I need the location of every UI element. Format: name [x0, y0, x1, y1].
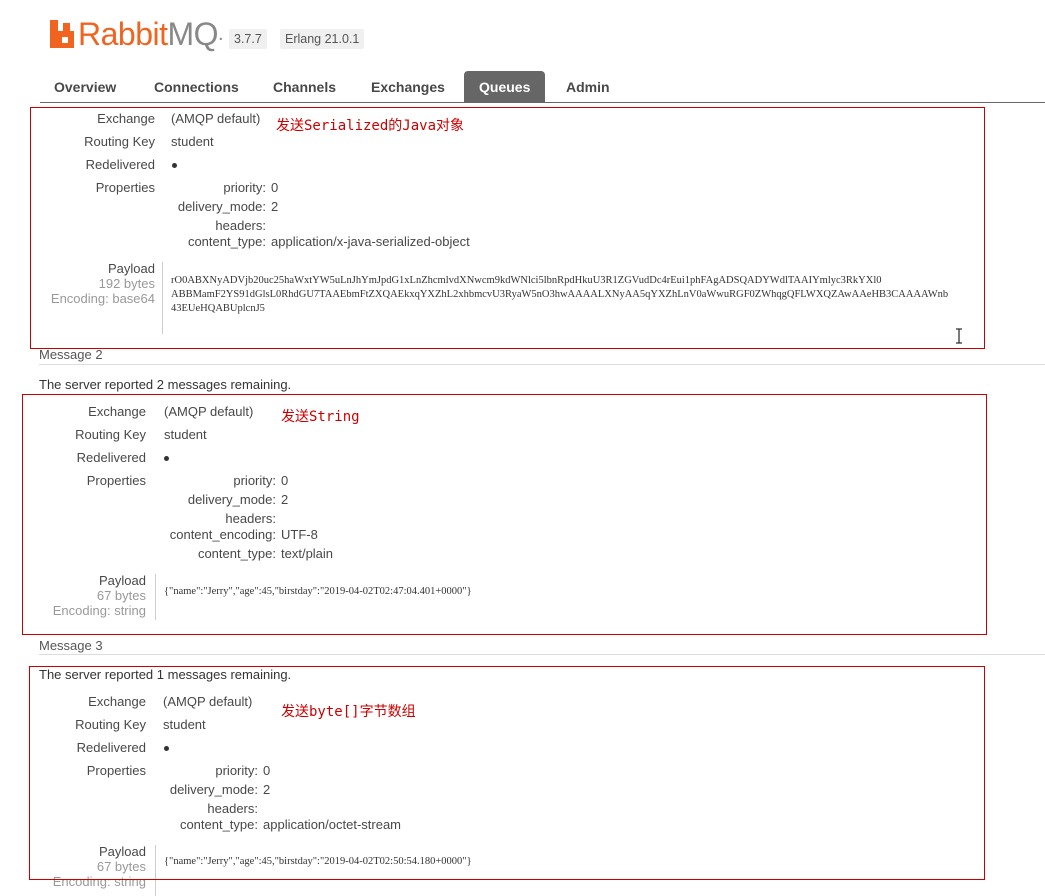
message-header: Message 2 [39, 347, 103, 362]
tab-exchanges[interactable]: Exchanges [371, 71, 445, 103]
message-header: Message 3 [39, 638, 103, 653]
tab-channels[interactable]: Channels [273, 71, 336, 103]
erlang-version-badge: Erlang 21.0.1 [280, 29, 365, 49]
annotation-box [29, 666, 985, 880]
section-divider [39, 364, 1045, 365]
text-cursor-icon [956, 328, 962, 344]
section-divider [39, 654, 1045, 655]
annotation-box [22, 394, 987, 635]
annotation-text: 发送String [281, 409, 360, 425]
logo-mq-text: MQ [167, 16, 219, 52]
logo-rabbit-text: Rabbit [78, 16, 168, 52]
rabbitmq-logo[interactable]: Rabbit MQ. [50, 16, 224, 52]
tab-connections[interactable]: Connections [154, 71, 239, 103]
nav-divider [40, 102, 1045, 103]
main-nav: Overview Connections Channels Exchanges … [40, 71, 1045, 103]
tab-overview[interactable]: Overview [54, 71, 116, 103]
tab-queues[interactable]: Queues [464, 71, 546, 103]
logo-tm-dot: . [218, 23, 224, 45]
tab-admin[interactable]: Admin [566, 71, 610, 103]
annotation-text: 发送Serialized的Java对象 [276, 118, 465, 134]
annotation-text: 发送byte[]字节数组 [281, 704, 416, 720]
rabbitmq-logo-icon [50, 20, 74, 48]
annotation-box [30, 107, 985, 349]
messages-remaining: The server reported 2 messages remaining… [39, 377, 292, 392]
version-badge: 3.7.7 [229, 29, 267, 49]
